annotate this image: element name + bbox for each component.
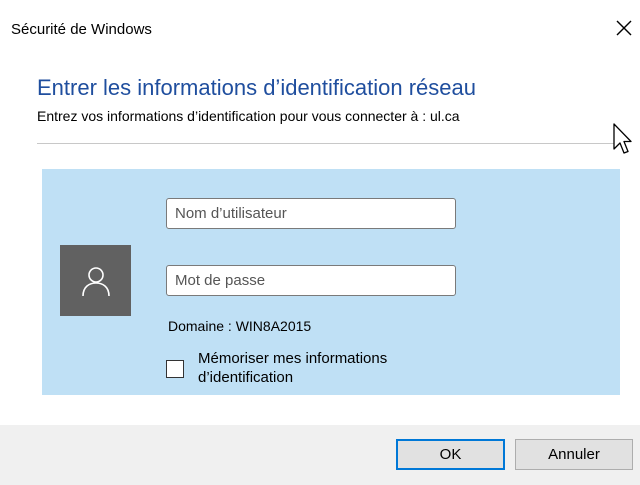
header-separator [37, 143, 617, 144]
mouse-cursor-icon [613, 123, 632, 154]
close-icon [616, 20, 632, 36]
username-field[interactable] [166, 198, 456, 229]
avatar [60, 245, 131, 316]
dialog-heading: Entrer les informations d’identification… [37, 75, 477, 100]
window-title: Sécurité de Windows [11, 21, 152, 38]
user-icon [81, 266, 110, 296]
remember-credentials-label[interactable]: Mémoriser mes informations d’identificat… [198, 349, 458, 387]
domain-label: Domaine : WIN8A2015 [168, 318, 312, 334]
dialog-subheading: Entrez vos informations d’identification… [37, 108, 460, 124]
remember-credentials-checkbox[interactable] [166, 360, 184, 378]
close-button[interactable] [610, 14, 638, 42]
cancel-button[interactable]: Annuler [515, 439, 633, 470]
password-field[interactable] [166, 265, 456, 296]
credential-dialog: Sécurité de Windows Entrer les informati… [0, 0, 640, 485]
ok-button[interactable]: OK [396, 439, 505, 470]
